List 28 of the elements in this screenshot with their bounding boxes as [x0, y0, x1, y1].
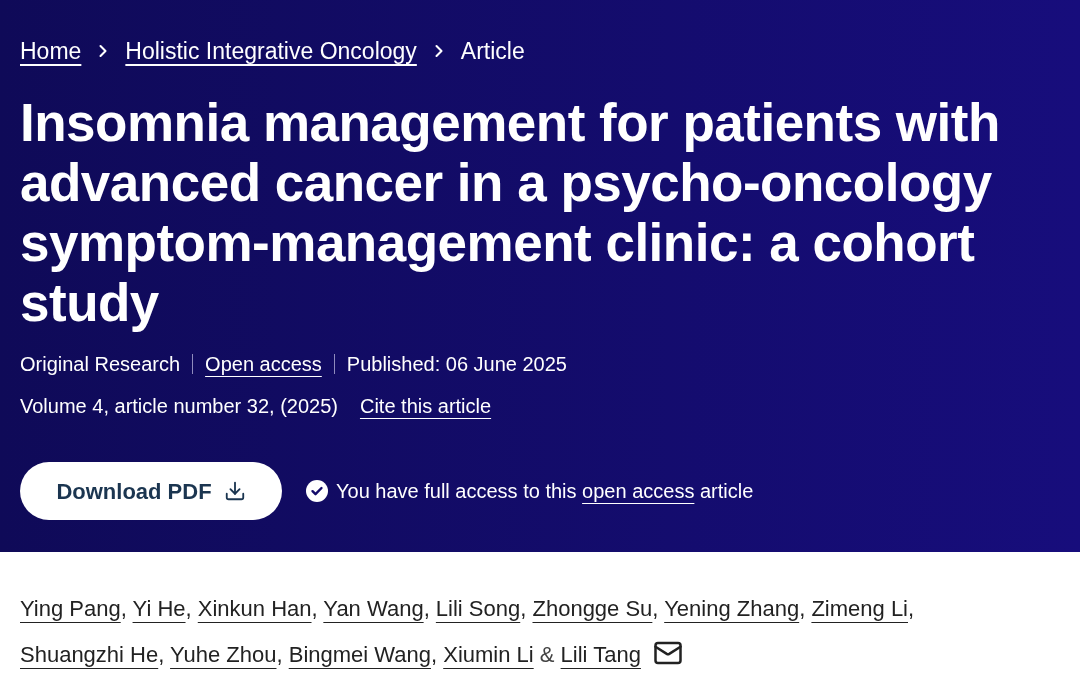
author-link[interactable]: Xiumin Li: [443, 642, 534, 667]
open-access-link[interactable]: Open access: [205, 349, 322, 379]
cite-link[interactable]: Cite this article: [359, 391, 492, 421]
citation-text: Volume 4, article number 32, (2025): [20, 394, 338, 419]
author-link[interactable]: Zhongge Su: [532, 596, 653, 621]
breadcrumb-current: Article: [460, 37, 525, 66]
author-link[interactable]: Bingmei Wang: [288, 642, 431, 667]
author-link[interactable]: Yening Zhang: [664, 596, 800, 621]
author-link[interactable]: Ying Pang: [20, 596, 121, 621]
author-link[interactable]: Shuangzhi He: [20, 642, 159, 667]
author-link[interactable]: Zimeng Li: [811, 596, 908, 621]
author-link[interactable]: Yuhe Zhou: [170, 642, 277, 667]
author-list: Ying Pang, Yi He, Xinkun Han, Yan Wang, Lili Song, Zhongge Su, Yening Zhang, Zimeng Li, Shuangzhi He, Yuhe Zhou, Bingmei Wang, Xiumin Li & Lili Tang: [0, 552, 1080, 678]
author-link[interactable]: Yi He: [132, 596, 186, 621]
check-circle-icon: [306, 480, 328, 502]
open-access-link[interactable]: open access: [582, 480, 695, 502]
breadcrumb-link[interactable]: Home: [20, 36, 82, 66]
breadcrumb-link[interactable]: Holistic Integrative Oncology: [125, 36, 417, 66]
access-note: You have full access to this open access article: [336, 479, 754, 504]
download-pdf-button[interactable]: Download PDF: [20, 462, 282, 520]
author-link[interactable]: Lili Tang: [560, 642, 641, 667]
meta-text: Original Research: [20, 352, 181, 377]
download-icon: [223, 480, 246, 502]
meta-text: Published: 06 June 2025: [346, 352, 567, 377]
author-link[interactable]: Lili Song: [435, 596, 521, 621]
author-link[interactable]: Yan Wang: [323, 596, 424, 621]
author-link[interactable]: Xinkun Han: [197, 596, 312, 621]
article-title: Insomnia management for patients with advanced cancer in a psycho-oncology symptom-management clinic: a cohort study: [20, 93, 1001, 333]
